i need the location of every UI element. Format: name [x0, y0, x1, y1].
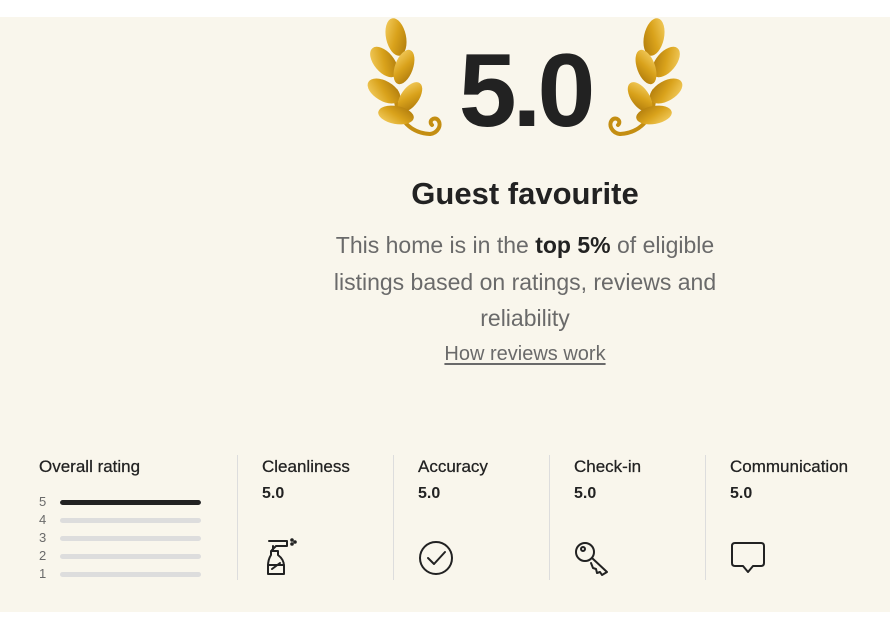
guest-favourite-hero: 5.0 Guest favourite This home is in the …	[320, 17, 730, 397]
rating-bar-row: 3	[39, 529, 209, 547]
category-name: Accuracy	[418, 457, 488, 476]
category-check-in: Check-in 5.0	[574, 455, 724, 576]
category-cleanliness: Cleanliness 5.0	[262, 455, 412, 575]
rating-bar-row: 1	[39, 565, 209, 583]
rating-bar-label: 4	[39, 512, 47, 527]
rating-bar-fill	[60, 499, 201, 505]
guest-favourite-panel: 5.0 Guest favourite This home is in the …	[0, 17, 890, 612]
category-accuracy: Accuracy 5.0	[418, 455, 568, 575]
rating-bar-track	[60, 535, 201, 541]
rating-bar-label: 1	[39, 566, 47, 581]
rating-bar-row: 5	[39, 493, 209, 511]
category-communication: Communication 5.0	[730, 455, 880, 573]
column-divider	[549, 455, 550, 580]
rating-bar-row: 2	[39, 547, 209, 565]
how-reviews-work-container: How reviews work	[320, 343, 730, 366]
rating-bar-track	[60, 499, 201, 505]
description-highlight: top 5%	[535, 232, 611, 258]
rating-bar-label: 2	[39, 548, 47, 563]
category-name: Communication	[730, 457, 849, 476]
how-reviews-work-link[interactable]: How reviews work	[444, 343, 605, 365]
overall-rating-heading: Overall rating	[39, 457, 141, 476]
rating-bar-label: 3	[39, 530, 47, 545]
category-score: 5.0	[730, 485, 753, 502]
column-divider	[237, 455, 238, 580]
right-laurel-icon	[608, 18, 683, 136]
guest-favourite-description: This home is in the top 5% of eligible l…	[320, 227, 730, 337]
rating-bar-track	[60, 571, 201, 577]
rating-bar-track	[60, 553, 201, 559]
category-score: 5.0	[418, 485, 441, 502]
spray-bottle-icon	[267, 538, 297, 575]
category-score: 5.0	[574, 485, 597, 502]
description-prefix: This home is in the	[335, 232, 536, 258]
overall-rating: Overall rating 5 4 3 2 1	[39, 455, 209, 581]
rating-bar-row: 4	[39, 511, 209, 529]
column-divider	[393, 455, 394, 580]
category-name: Check-in	[574, 457, 642, 476]
category-name: Cleanliness	[262, 457, 350, 476]
key-icon	[575, 542, 608, 576]
ratings-breakdown: Overall rating 5 4 3 2 1 Cleanliness 5.0…	[0, 455, 890, 585]
rating-bar-track	[60, 517, 201, 523]
column-divider	[705, 455, 706, 580]
rating-bar-label: 5	[39, 494, 47, 509]
category-score: 5.0	[262, 485, 285, 502]
check-circle-icon	[419, 541, 453, 575]
rating-distribution: 5 4 3 2 1	[39, 493, 209, 583]
guest-favourite-title: Guest favourite	[411, 176, 639, 211]
chat-bubble-icon	[731, 542, 765, 573]
